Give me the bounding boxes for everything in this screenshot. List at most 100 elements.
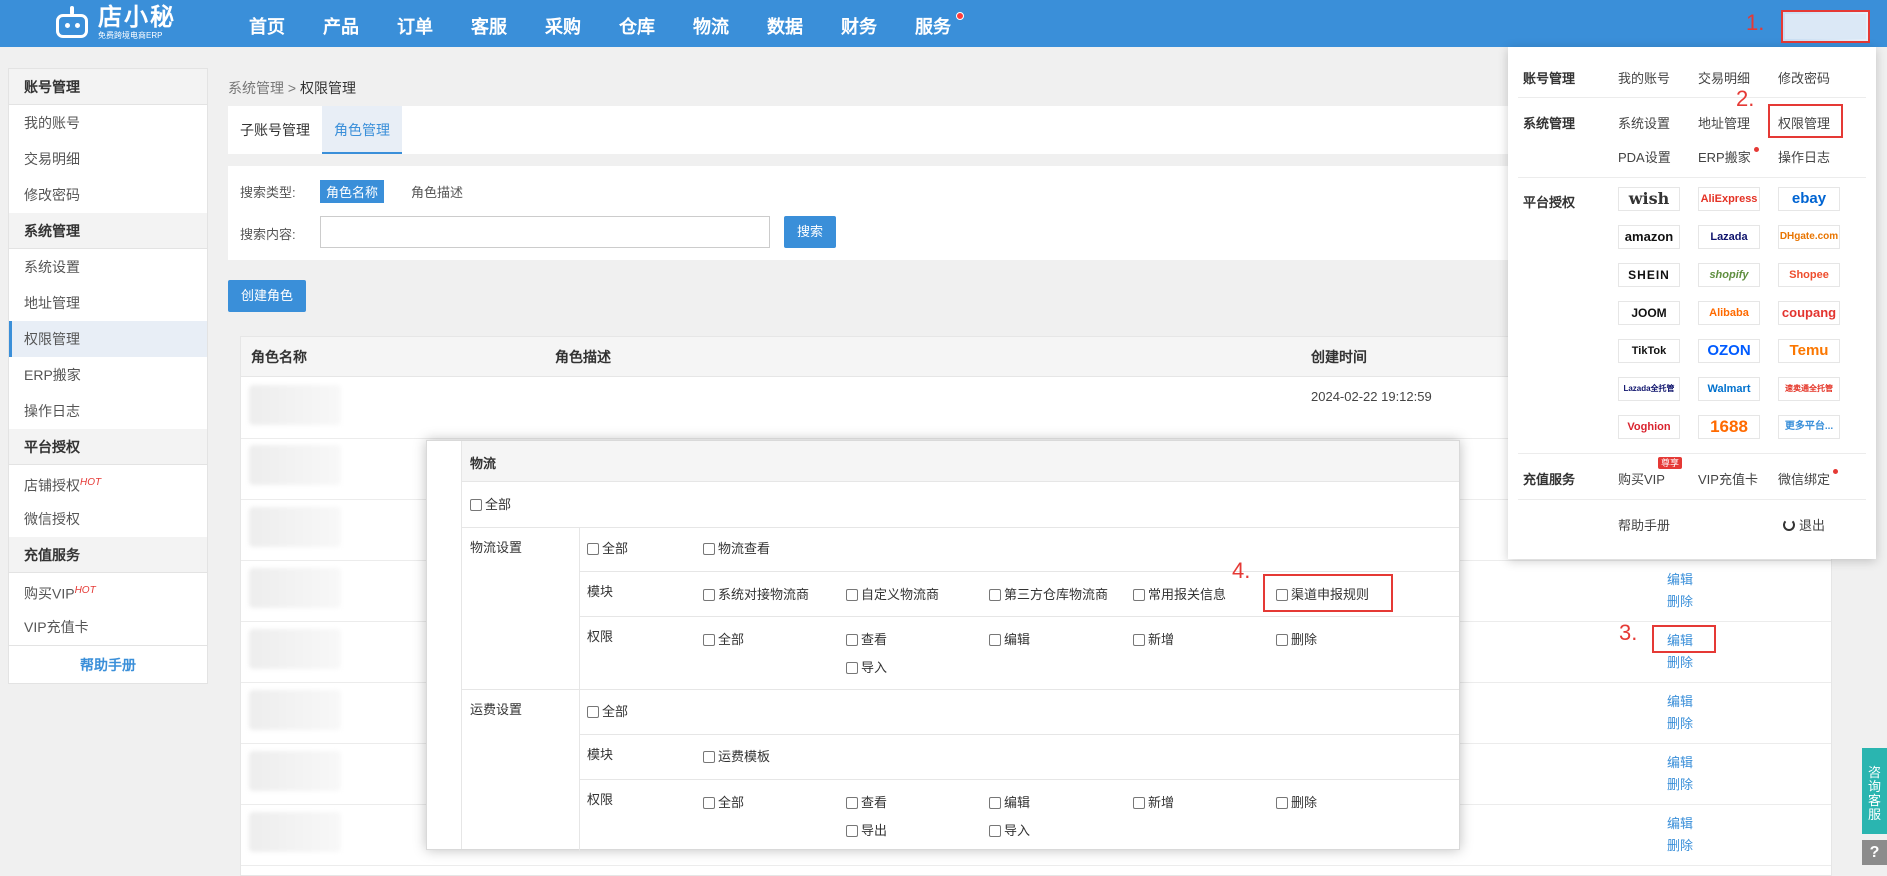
s1-perm-add[interactable]: 新增 xyxy=(1133,629,1174,648)
sidebar-item-change-password[interactable]: 修改密码 xyxy=(9,177,207,213)
delete-link[interactable]: 删除 xyxy=(1667,591,1693,610)
platform-shopify[interactable]: shopify xyxy=(1698,263,1760,287)
sidebar-help-link[interactable]: 帮助手册 xyxy=(9,645,207,683)
module-system-carrier[interactable]: 系统对接物流商 xyxy=(703,584,809,603)
platform-amazon[interactable]: amazon xyxy=(1618,225,1680,249)
edit-link[interactable]: 编辑 xyxy=(1667,752,1693,771)
dd-vip-card[interactable]: VIP充值卡 xyxy=(1698,469,1758,488)
platform-coupang[interactable]: coupang xyxy=(1778,301,1840,325)
platform-wish[interactable]: wish xyxy=(1618,187,1680,211)
account-avatar-button[interactable] xyxy=(1781,10,1870,43)
sidebar-item-wechat-auth[interactable]: 微信授权 xyxy=(9,501,207,537)
sidebar-item-my-account[interactable]: 我的账号 xyxy=(9,105,207,141)
platform-voghion[interactable]: Voghion xyxy=(1618,415,1680,439)
module-customs-info[interactable]: 常用报关信息 xyxy=(1133,584,1226,603)
s2-perm-view[interactable]: 查看 xyxy=(846,792,887,811)
platform-aliexpress[interactable]: AliExpress xyxy=(1698,187,1760,211)
platform-ozon[interactable]: OZON xyxy=(1698,339,1760,363)
customer-service-float-button[interactable]: 咨询客服 xyxy=(1862,748,1887,834)
search-button[interactable]: 搜索 xyxy=(784,216,836,248)
module-3pl-carrier[interactable]: 第三方仓库物流商 xyxy=(989,584,1108,603)
nav-purchase[interactable]: 采购 xyxy=(526,0,600,47)
dd-wechat-bind[interactable]: 微信绑定 xyxy=(1778,469,1839,488)
platform-walmart[interactable]: Walmart xyxy=(1698,377,1760,401)
dd-pda-settings[interactable]: PDA设置 xyxy=(1618,147,1671,166)
s2-perm-edit[interactable]: 编辑 xyxy=(989,792,1030,811)
dd-help-manual[interactable]: 帮助手册 xyxy=(1618,515,1670,534)
sidebar-item-address[interactable]: 地址管理 xyxy=(9,285,207,321)
search-type-role-desc[interactable]: 角色描述 xyxy=(411,182,463,201)
s2-perm-import[interactable]: 导入 xyxy=(989,820,1030,839)
dd-buy-vip[interactable]: 购买VIP xyxy=(1618,469,1665,488)
create-role-button[interactable]: 创建角色 xyxy=(228,280,307,312)
platform-temu[interactable]: Temu xyxy=(1778,339,1840,363)
tab-sub-accounts[interactable]: 子账号管理 xyxy=(228,106,322,154)
sidebar-item-buy-vip[interactable]: 购买VIPHOT xyxy=(9,573,207,609)
module-custom-carrier[interactable]: 自定义物流商 xyxy=(846,584,939,603)
platform-joom[interactable]: JOOM xyxy=(1618,301,1680,325)
s2-all-checkbox[interactable]: 全部 xyxy=(587,701,628,720)
nav-customer-service[interactable]: 客服 xyxy=(452,0,526,47)
dd-system-settings[interactable]: 系统设置 xyxy=(1618,113,1670,132)
platform-tiktok[interactable]: TikTok xyxy=(1618,339,1680,363)
sidebar-item-operation-log[interactable]: 操作日志 xyxy=(9,393,207,429)
sidebar-item-shop-auth[interactable]: 店铺授权HOT xyxy=(9,465,207,501)
sidebar-item-system-settings[interactable]: 系统设置 xyxy=(9,249,207,285)
nav-warehouse[interactable]: 仓库 xyxy=(600,0,674,47)
platform-ebay[interactable]: ebay xyxy=(1778,187,1840,211)
search-type-role-name[interactable]: 角色名称 xyxy=(320,180,385,203)
nav-home[interactable]: 首页 xyxy=(230,0,304,47)
platform-1688[interactable]: 1688 xyxy=(1698,415,1760,439)
sidebar-item-permissions[interactable]: 权限管理 xyxy=(9,321,207,357)
s1-perm-import[interactable]: 导入 xyxy=(846,657,887,676)
edit-link[interactable]: 编辑 xyxy=(1667,691,1693,710)
help-float-icon[interactable]: ? xyxy=(1862,840,1887,865)
s1-perm-edit[interactable]: 编辑 xyxy=(989,629,1030,648)
nav-finance[interactable]: 财务 xyxy=(822,0,896,47)
s2-perm-export[interactable]: 导出 xyxy=(846,820,887,839)
s2-perm-all[interactable]: 全部 xyxy=(703,792,744,811)
nav-products[interactable]: 产品 xyxy=(304,0,378,47)
breadcrumb-parent[interactable]: 系统管理 xyxy=(228,80,284,96)
edit-link[interactable]: 编辑 xyxy=(1667,569,1693,588)
s1-all-checkbox[interactable]: 全部 xyxy=(587,538,628,557)
s1-perm-all[interactable]: 全部 xyxy=(703,629,744,648)
edit-link[interactable]: 编辑 xyxy=(1667,813,1693,832)
dd-erp-migration[interactable]: ERP搬家 xyxy=(1698,147,1759,166)
dd-my-account[interactable]: 我的账号 xyxy=(1618,68,1670,87)
platform-shopee[interactable]: Shopee xyxy=(1778,263,1840,287)
search-input[interactable] xyxy=(320,216,770,248)
dd-transactions[interactable]: 交易明细 xyxy=(1698,68,1750,87)
sidebar-item-transactions[interactable]: 交易明细 xyxy=(9,141,207,177)
brand-logo[interactable]: 店小秘 免费跨境电商ERP xyxy=(52,4,176,42)
s1-perm-delete[interactable]: 删除 xyxy=(1276,629,1317,648)
sidebar-item-vip-card[interactable]: VIP充值卡 xyxy=(9,609,207,645)
platform-dhgate[interactable]: DHgate.com xyxy=(1778,225,1840,249)
platform-aliexpress-full[interactable]: 速卖通全托管 xyxy=(1778,377,1840,401)
nav-orders[interactable]: 订单 xyxy=(378,0,452,47)
platform-shein[interactable]: SHEIN xyxy=(1618,263,1680,287)
s1-view-checkbox[interactable]: 物流查看 xyxy=(703,538,770,557)
platform-lazada-full[interactable]: Lazada全托管 xyxy=(1618,377,1680,401)
delete-link[interactable]: 删除 xyxy=(1667,774,1693,793)
nav-data[interactable]: 数据 xyxy=(748,0,822,47)
platform-more[interactable]: 更多平台... xyxy=(1778,415,1840,439)
sidebar-item-erp-migration[interactable]: ERP搬家 xyxy=(9,357,207,393)
s2-perm-add[interactable]: 新增 xyxy=(1133,792,1174,811)
tab-roles[interactable]: 角色管理 xyxy=(322,106,402,154)
delete-link[interactable]: 删除 xyxy=(1667,652,1693,671)
delete-link[interactable]: 删除 xyxy=(1667,835,1693,854)
s1-perm-view[interactable]: 查看 xyxy=(846,629,887,648)
dd-address[interactable]: 地址管理 xyxy=(1698,113,1750,132)
s2-perm-delete[interactable]: 删除 xyxy=(1276,792,1317,811)
platform-lazada[interactable]: Lazada xyxy=(1698,225,1760,249)
delete-link[interactable]: 删除 xyxy=(1667,713,1693,732)
dd-logout[interactable]: 退出 xyxy=(1783,515,1825,534)
module-freight-template[interactable]: 运费模板 xyxy=(703,746,770,765)
nav-services[interactable]: 服务 xyxy=(896,0,970,47)
dd-operation-log[interactable]: 操作日志 xyxy=(1778,147,1830,166)
dd-change-password[interactable]: 修改密码 xyxy=(1778,68,1830,87)
nav-logistics[interactable]: 物流 xyxy=(674,0,748,47)
platform-alibaba[interactable]: Alibaba xyxy=(1698,301,1760,325)
logistics-all-checkbox[interactable]: 全部 xyxy=(470,494,511,513)
